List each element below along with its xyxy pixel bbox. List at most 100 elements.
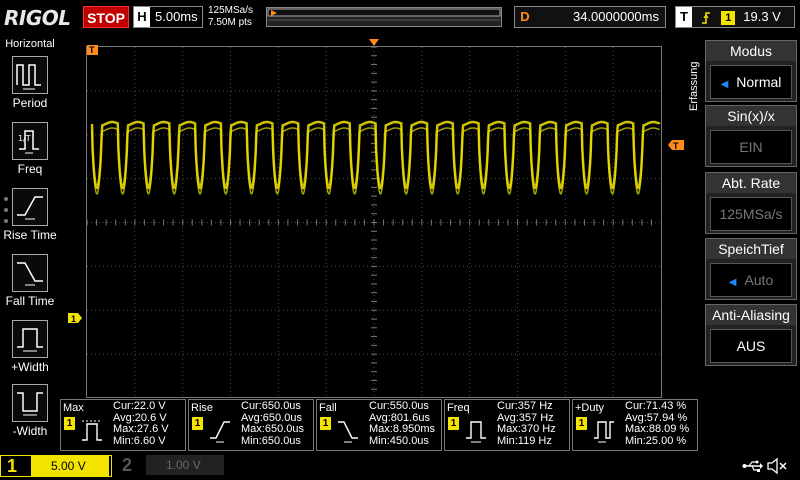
run-stop-status[interactable]: STOP: [83, 6, 129, 28]
channel-2-scale: 1.00 V: [146, 455, 224, 475]
waveform-grid: T T 1: [68, 39, 684, 399]
cur-value: Cur:550.0us: [369, 400, 429, 412]
memory-depth-title: SpeichTief: [706, 239, 796, 259]
rise-icon: [210, 421, 230, 443]
fall-icon: [338, 421, 358, 443]
measurement-freq[interactable]: Freq 1 Cur:357 Hz Avg:357 Hz Max:370 Hz …: [444, 399, 570, 451]
cur-value: Cur:71.43 %: [625, 400, 687, 412]
trigger-left-marker-label: T: [89, 45, 95, 55]
measurement-plus-duty[interactable]: +Duty 1 Cur:71.43 % Avg:57.94 % Max:88.0…: [572, 399, 698, 451]
measure-freq-button[interactable]: 1/T Freq: [0, 122, 60, 176]
max-value: Max:8.950ms: [369, 423, 436, 435]
measurement-fall[interactable]: Fall 1 Cur:550.0us Avg:801.6us Max:8.950…: [316, 399, 442, 451]
sample-rate-title: Abt. Rate: [706, 173, 796, 193]
measurement-values: Cur:71.43 % Avg:57.94 % Max:88.09 % Min:…: [625, 400, 697, 447]
channel-badge: 1: [320, 417, 331, 430]
measurement-values: Cur:550.0us Avg:801.6us Max:8.950ms Min:…: [369, 400, 441, 447]
min-value: Min:650.0us: [241, 434, 301, 447]
mode-value-box: ◀ Normal: [710, 65, 792, 99]
memory-depth-value-box: ◀ Auto: [710, 263, 792, 297]
trigger-source-badge: 1: [721, 10, 736, 25]
measure-plus-width-button[interactable]: +Width: [0, 320, 60, 374]
channel-1-offset-label: 1: [71, 314, 76, 324]
plus-width-label: +Width: [11, 360, 49, 374]
trigger-edge-icon: [701, 11, 710, 24]
channel-1-status[interactable]: 1 5.00 V: [0, 455, 112, 477]
usb-icon: [742, 460, 763, 472]
channel-badge: 1: [64, 417, 75, 430]
trigger-level-marker-label: T: [673, 141, 679, 151]
cur-value: Cur:357 Hz: [497, 400, 553, 412]
measurement-values: Cur:357 Hz Avg:357 Hz Max:370 Hz Min:119…: [497, 400, 569, 447]
measurement-values: Cur:22.0 V Avg:20.6 V Max:27.6 V Min:6.6…: [113, 400, 185, 447]
fall-time-label: Fall Time: [5, 294, 55, 308]
measurement-name: Fall: [319, 402, 337, 414]
timebase-value: 5.00ms: [155, 9, 198, 24]
measure-rise-time-button[interactable]: Rise Time: [0, 188, 60, 242]
sound-muted-icon[interactable]: [766, 456, 790, 476]
acquisition-info: 125MSa/s 7.50M pts: [208, 5, 268, 29]
measurement-max[interactable]: Max 1 Cur:22.0 V Avg:20.6 V Max:27.6 V M…: [60, 399, 186, 451]
right-menu-side-label: Erfassung: [688, 61, 700, 111]
rise-time-icon: [12, 188, 48, 226]
anti-aliasing-value: AUS: [710, 329, 792, 363]
measure-period-button[interactable]: Period: [0, 56, 60, 110]
channel-1-scale: 5.00 V: [31, 456, 109, 476]
min-value: Min:119 Hz: [497, 434, 552, 447]
sample-rate: 125MSa/s: [208, 5, 254, 16]
measurement-panel: Max 1 Cur:22.0 V Avg:20.6 V Max:27.6 V M…: [60, 399, 700, 451]
trigger-level-value: 19.3 V: [743, 9, 781, 24]
freq-label: Freq: [17, 162, 43, 176]
max-value: Max:27.6 V: [113, 423, 169, 435]
freq-icon: [466, 421, 486, 443]
arrow-left-icon: ◀: [720, 79, 729, 90]
sinx-menu-button[interactable]: Sin(x)/x EIN: [705, 105, 797, 167]
timebase-label: H: [134, 7, 150, 27]
max-value: Max:88.09 %: [625, 423, 690, 435]
min-value: Min:25.00 %: [625, 434, 687, 447]
memory-position-bar[interactable]: [266, 7, 502, 27]
cur-value: Cur:650.0us: [241, 400, 301, 412]
memory-depth-value: Auto: [744, 272, 774, 288]
duty-icon: [594, 421, 614, 443]
horizontal-timebase[interactable]: H 5.00ms: [133, 6, 203, 28]
rise-time-label: Rise Time: [3, 228, 57, 242]
anti-aliasing-title: Anti-Aliasing: [706, 305, 796, 325]
memory-depth-menu-button[interactable]: SpeichTief ◀ Auto: [705, 238, 797, 300]
measurement-name: +Duty: [575, 402, 605, 414]
measurement-name: Freq: [447, 402, 470, 414]
trigger-position-marker[interactable]: [369, 39, 379, 46]
trigger-label: T: [676, 7, 692, 27]
memory-points: 7.50M pts: [208, 17, 252, 28]
measure-minus-width-button[interactable]: -Width: [0, 384, 60, 438]
sample-rate-menu-button[interactable]: Abt. Rate 125MSa/s: [705, 172, 797, 234]
measure-fall-time-button[interactable]: Fall Time: [0, 254, 60, 308]
fall-time-icon: [12, 254, 48, 292]
max-value: Max:370 Hz: [497, 423, 556, 435]
min-value: Min:6.60 V: [113, 434, 166, 447]
anti-aliasing-menu-button[interactable]: Anti-Aliasing AUS: [705, 304, 797, 366]
trigger-status[interactable]: T 1 19.3 V: [675, 6, 795, 28]
max-icon: [82, 420, 102, 441]
cur-value: Cur:22.0 V: [113, 400, 166, 412]
measurement-name: Max: [63, 402, 84, 414]
measurement-name: Rise: [191, 402, 214, 414]
arrow-left-icon: ◀: [728, 277, 737, 288]
channel-2-number: 2: [121, 455, 132, 475]
delay-label: D: [520, 9, 530, 24]
left-menu-title: Horizontal: [5, 38, 55, 50]
plus-width-icon: [12, 320, 48, 358]
measurement-rise[interactable]: Rise 1 Cur:650.0us Avg:650.0us Max:650.0…: [188, 399, 314, 451]
channel-badge: 1: [576, 417, 587, 430]
minus-width-icon: [12, 384, 48, 422]
channel-badge: 1: [448, 417, 459, 430]
freq-icon: 1/T: [12, 122, 48, 160]
channel-2-status[interactable]: 2 1.00 V: [116, 455, 228, 477]
waveform-display[interactable]: T T 1: [62, 38, 686, 399]
horizontal-delay[interactable]: D 34.0000000ms: [514, 6, 666, 28]
rigol-logo: RIGOL: [4, 6, 71, 30]
minus-width-label: -Width: [12, 424, 48, 438]
mode-menu-button[interactable]: Modus ◀ Normal: [705, 40, 797, 102]
mode-value: Normal: [736, 74, 782, 90]
period-label: Period: [12, 96, 48, 110]
